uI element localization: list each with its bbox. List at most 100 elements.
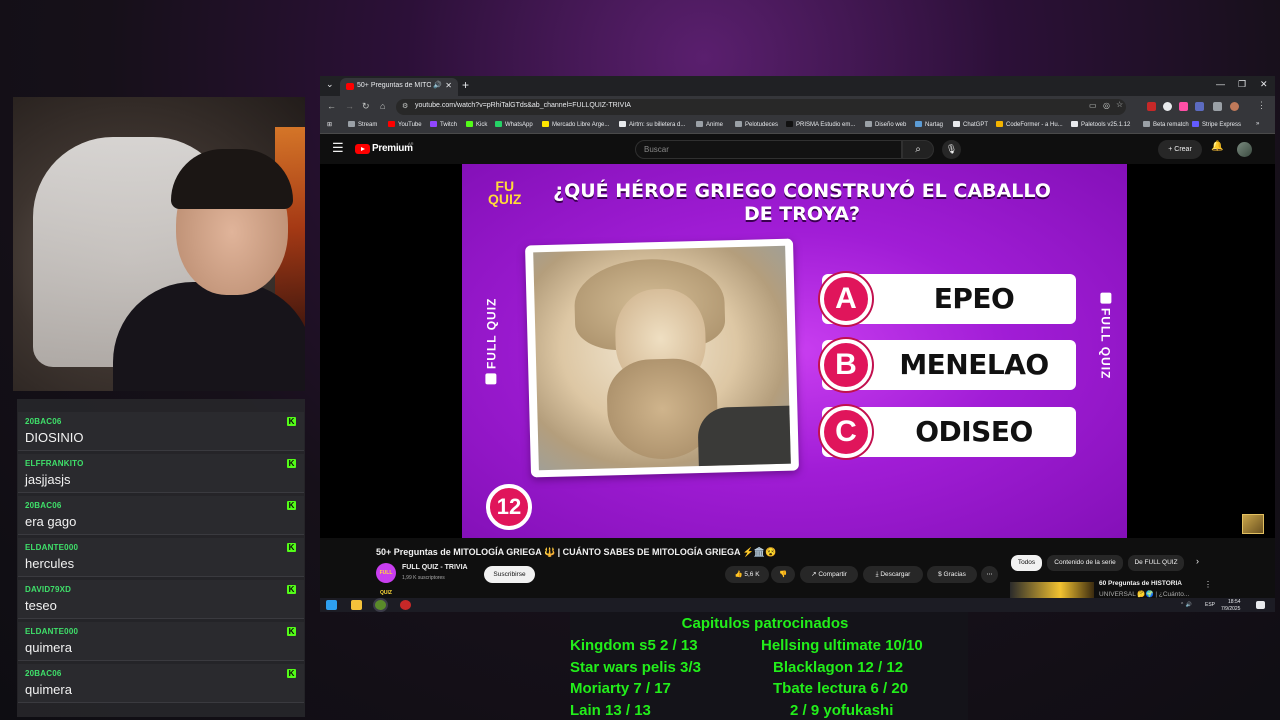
bookmark-item[interactable]: Anime (696, 121, 723, 128)
bookmark-item[interactable]: Airtm: su billetera d... (619, 121, 685, 128)
chapter-item: Tbate lectura 6 / 20 (773, 680, 909, 697)
notifications-icon[interactable] (1256, 601, 1265, 609)
overlay-thumbnail[interactable] (1242, 514, 1264, 534)
video-player[interactable]: FU QUIZ ¿QUÉ HÉROE GRIEGO CONSTRUYÓ EL C… (320, 164, 1275, 538)
chat-username[interactable]: DAVID79XD (25, 585, 71, 594)
extensions-puzzle-icon[interactable] (1195, 102, 1204, 111)
windows-taskbar: ⌃ 🔊 ESP 18:54 7/9/2025 (320, 598, 1275, 612)
bookmark-item[interactable]: Pelotudeces (735, 121, 778, 128)
bookmark-item[interactable]: Beta rematch (1143, 121, 1189, 128)
file-explorer-icon[interactable] (351, 600, 362, 610)
kick-badge-icon: K (287, 417, 296, 426)
chevron-right-icon[interactable]: › (1196, 556, 1199, 566)
recommended-menu-icon[interactable]: ⋮ (1204, 580, 1212, 589)
bookmark-item[interactable]: CodeFormer - a Hu... (996, 121, 1063, 128)
chat-username[interactable]: ELDANTE000 (25, 627, 78, 636)
bookmark-item[interactable]: Stripe Express (1192, 121, 1241, 128)
language-indicator[interactable]: ESP (1205, 602, 1215, 608)
clock-date[interactable]: 7/9/2025 (1221, 606, 1240, 612)
profile-icon[interactable] (1230, 102, 1239, 111)
chat-username[interactable]: 20BAC06 (25, 669, 62, 678)
chrome-icon[interactable] (375, 600, 386, 610)
hamburger-menu-icon[interactable]: ☰ (332, 140, 344, 156)
cast-icon[interactable]: ▭ (1089, 101, 1097, 110)
like-button[interactable]: 👍 5,6 K (725, 566, 769, 583)
new-tab-button[interactable]: + (462, 78, 469, 92)
channel-name[interactable]: FULL QUIZ - TRIVIA (402, 564, 468, 571)
maximize-button[interactable]: ❐ (1238, 79, 1246, 90)
bookmark-item[interactable]: Twitch (430, 121, 457, 128)
tab-title: 50+ Preguntas de MITOLOGÍ (357, 82, 431, 89)
close-tab-icon[interactable]: ✕ (445, 81, 452, 90)
tab-search-icon[interactable]: ⌄ (326, 79, 334, 90)
site-info-icon[interactable]: ⚙ (402, 102, 408, 110)
bookmark-item[interactable]: Kick (466, 121, 487, 128)
youtube-mini-icon (1100, 292, 1112, 304)
bookmark-item[interactable]: PRISMA Estudio em... (786, 121, 855, 128)
bookmark-item[interactable]: Diseño web (865, 121, 906, 128)
bookmark-item[interactable]: Stream (348, 121, 377, 128)
download-button[interactable]: ⤓ Descargar (863, 566, 923, 583)
greek-statue-image (533, 245, 791, 471)
home-icon[interactable]: ⌂ (380, 101, 385, 111)
bookmark-item[interactable]: Mercado Libre Arge... (542, 121, 609, 128)
avatar[interactable] (1237, 142, 1252, 157)
apps-icon[interactable]: ⊞ (327, 121, 332, 128)
obs-icon[interactable] (400, 600, 411, 610)
bell-icon[interactable]: 🔔 (1211, 141, 1223, 152)
quiz-question: ¿QUÉ HÉROE GRIEGO CONSTRUYÓ EL CABALLO D… (553, 180, 1051, 225)
forward-icon[interactable]: → (345, 101, 354, 111)
youtube-logo-icon[interactable] (355, 144, 370, 154)
close-window-button[interactable]: ✕ (1260, 79, 1268, 90)
windows-start-icon[interactable] (326, 600, 337, 610)
eye-off-icon[interactable]: ◎ (1103, 101, 1110, 110)
search-input[interactable]: Buscar (635, 140, 902, 159)
chip-all[interactable]: Todos (1011, 555, 1042, 571)
search-icon[interactable]: ⌕ (902, 140, 934, 159)
bookmark-item[interactable]: WhatsApp (495, 121, 533, 128)
recommended-subtitle[interactable]: UNIVERSAL 🤔🌍 | ¿Cuánto... (1099, 590, 1189, 598)
reload-icon[interactable]: ↻ (362, 101, 370, 112)
recommended-title[interactable]: 60 Preguntas de HISTORIA (1099, 580, 1182, 587)
menu-kebab-icon[interactable]: ⋮ (1257, 100, 1266, 111)
minimize-button[interactable]: — (1216, 79, 1225, 89)
chapter-item: Lain 13 / 13 (570, 702, 651, 719)
create-button[interactable]: + Crear (1158, 140, 1202, 159)
microphone-icon[interactable]: 🎙 (942, 140, 961, 159)
extension-icon[interactable] (1179, 102, 1188, 111)
youtube-logo-text[interactable]: Premium (372, 143, 413, 154)
chat-username[interactable]: ELDANTE000 (25, 543, 78, 552)
bookmark-star-icon[interactable]: ☆ (1116, 100, 1123, 109)
chat-username[interactable]: 20BAC06 (25, 501, 62, 510)
audio-icon[interactable]: 🔊 (433, 81, 442, 89)
chat-username[interactable]: ELFFRANKITO (25, 459, 84, 468)
more-bookmarks-icon[interactable]: » (1256, 121, 1259, 127)
chapter-item: Star wars pelis 3/3 (570, 659, 701, 676)
extension-icon[interactable] (1147, 102, 1156, 111)
chat-panel: 20BAC06 DIOSINIO K ELFFRANKITO jasjjasjs… (17, 399, 305, 717)
extension-icon[interactable] (1163, 102, 1172, 111)
bookmark-item[interactable]: Nartag (915, 121, 943, 128)
chip-series[interactable]: Contenido de la serie (1047, 555, 1123, 571)
answer-letter: C (820, 406, 872, 458)
recommended-thumbnail[interactable] (1010, 582, 1094, 598)
dislike-button[interactable]: 👎 (771, 566, 795, 583)
share-button[interactable]: ↗ Compartir (800, 566, 858, 583)
bookmark-item[interactable]: YouTube (388, 121, 422, 128)
thanks-button[interactable]: $ Gracias (927, 566, 977, 583)
sidepanel-icon[interactable] (1213, 102, 1222, 111)
tray-chevron-icon[interactable]: ⌃ 🔊 (1180, 602, 1192, 608)
url-field[interactable]: ⚙ youtube.com/watch?v=pRhiTalGTds&ab_cha… (396, 99, 1126, 115)
chapter-item: Kingdom s5 2 / 13 (570, 637, 698, 654)
chat-username[interactable]: 20BAC06 (25, 417, 62, 426)
bookmark-item[interactable]: Paletools v25.1.12 (1071, 121, 1130, 128)
back-icon[interactable]: ← (327, 101, 336, 111)
video-frame[interactable]: FU QUIZ ¿QUÉ HÉROE GRIEGO CONSTRUYÓ EL C… (462, 164, 1127, 538)
channel-avatar[interactable]: FULL QUIZ (376, 563, 396, 596)
bookmark-item[interactable]: ChatGPT (953, 121, 988, 128)
more-actions-icon[interactable]: ⋯ (981, 566, 998, 583)
chip-channel[interactable]: De FULL QUIZ (1128, 555, 1184, 571)
tab-youtube[interactable]: 50+ Preguntas de MITOLOGÍ 🔊 ✕ (340, 78, 458, 96)
subscribe-button[interactable]: Suscribirse (484, 566, 535, 583)
clock-time[interactable]: 18:54 (1228, 599, 1241, 605)
